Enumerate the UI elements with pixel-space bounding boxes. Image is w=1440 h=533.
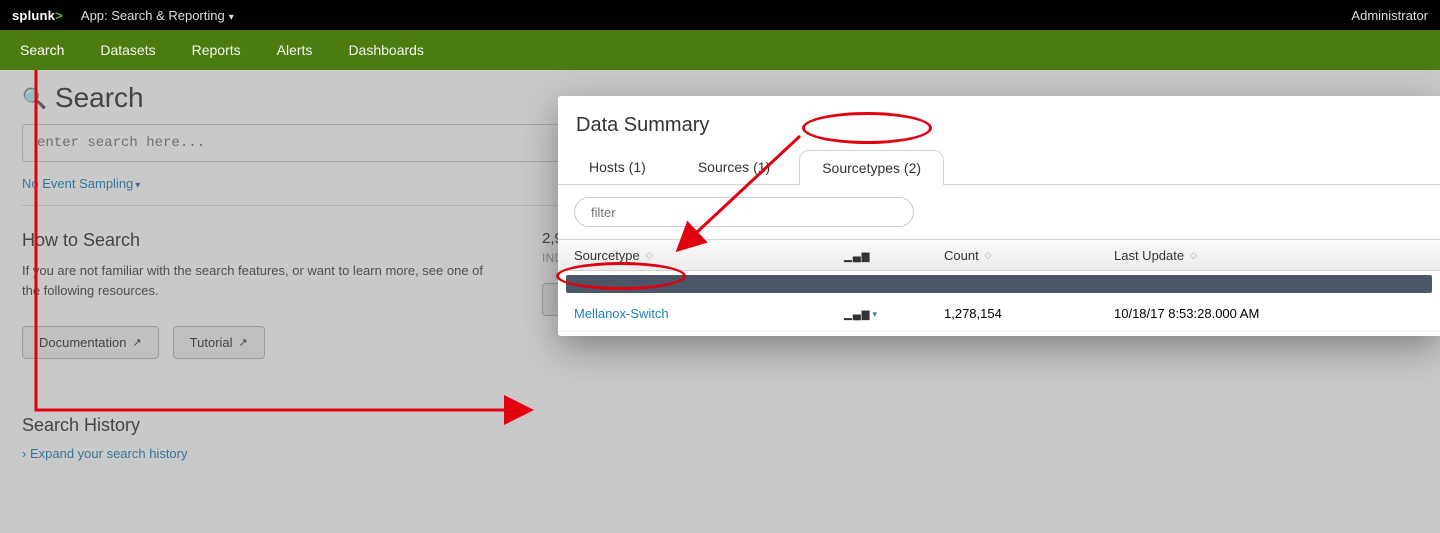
lastupdate-cell: 10/18/17 8:53:28.000 AM — [1114, 306, 1424, 321]
nav-alerts[interactable]: Alerts — [277, 42, 313, 58]
search-history-heading: Search History — [22, 415, 502, 436]
nav-datasets[interactable]: Datasets — [100, 42, 155, 58]
expand-search-history-link[interactable]: › Expand your search history — [22, 446, 502, 461]
bar-chart-icon: ▁▃▅ — [844, 248, 870, 263]
data-summary-modal: Data Summary Hosts (1) Sources (1) Sourc… — [558, 96, 1440, 336]
th-chart[interactable]: ▁▃▅ — [844, 248, 944, 263]
th-lastupdate[interactable]: Last Update◇ — [1114, 248, 1424, 263]
sort-icon: ◇ — [646, 250, 653, 261]
event-sampling-dropdown[interactable]: No Event Sampling▾ — [22, 176, 140, 191]
tab-sources[interactable]: Sources (1) — [675, 149, 793, 184]
splunk-logo: splunk> — [12, 8, 63, 23]
tab-hosts[interactable]: Hosts (1) — [566, 149, 669, 184]
table-header: Sourcetype◇ ▁▃▅ Count◇ Last Update◇ — [558, 239, 1440, 271]
th-count[interactable]: Count◇ — [944, 248, 1114, 263]
sourcetype-link-mellanox-switch[interactable]: Mellanox-Switch — [574, 306, 844, 321]
modal-title: Data Summary — [558, 96, 1440, 149]
th-sourcetype[interactable]: Sourcetype◇ — [574, 248, 844, 263]
nav-reports[interactable]: Reports — [192, 42, 241, 58]
chevron-down-icon: ▾ — [135, 180, 140, 191]
administrator-menu[interactable]: Administrator — [1351, 8, 1428, 23]
chart-dropdown[interactable]: ▁▃▅▾ — [844, 305, 944, 321]
bar-chart-icon: ▁▃▅ — [844, 306, 870, 321]
app-selector[interactable]: App: Search & Reporting▾ — [81, 8, 234, 23]
external-link-icon: ↗ — [132, 336, 141, 349]
filter-input[interactable] — [574, 197, 914, 227]
tab-sourcetypes[interactable]: Sourcetypes (2) — [799, 150, 944, 185]
count-cell: 1,278,154 — [944, 306, 1114, 321]
tutorial-button[interactable]: Tutorial↗ — [173, 326, 265, 359]
chevron-right-icon: › — [22, 446, 26, 461]
page-title: Search — [55, 82, 144, 114]
how-to-search-heading: How to Search — [22, 230, 502, 251]
nav-dashboards[interactable]: Dashboards — [348, 42, 424, 58]
app-nav: Search Datasets Reports Alerts Dashboard… — [0, 30, 1440, 70]
table-row-selected[interactable] — [566, 275, 1432, 293]
chevron-down-icon: ▾ — [229, 12, 234, 23]
how-to-search-text: If you are not familiar with the search … — [22, 261, 502, 300]
sort-icon: ◇ — [1190, 250, 1197, 261]
search-icon: 🔍 — [22, 86, 47, 111]
nav-search[interactable]: Search — [20, 42, 64, 58]
sort-icon: ◇ — [985, 250, 992, 261]
external-link-icon: ↗ — [239, 336, 248, 349]
table-row: Mellanox-Switch ▁▃▅▾ 1,278,154 10/18/17 … — [558, 295, 1440, 332]
chevron-down-icon: ▾ — [872, 309, 877, 319]
documentation-button[interactable]: Documentation↗ — [22, 326, 159, 359]
